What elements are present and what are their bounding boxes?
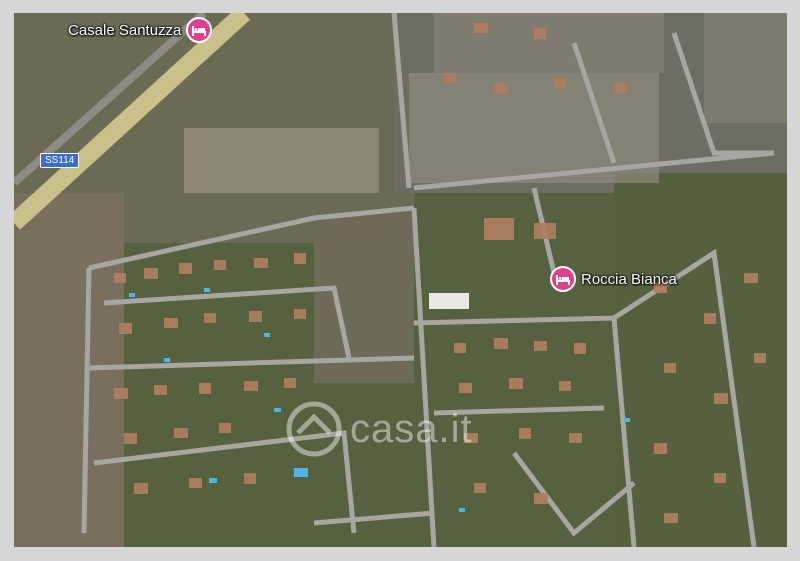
house-logo-icon [286,401,342,457]
map-frame[interactable]: Casale Santuzza Roccia Bianca SS114 casa… [14,13,787,547]
road-shield: SS114 [40,153,80,168]
hotel-bed-icon [550,266,576,292]
place-pin-roccia-bianca[interactable]: Roccia Bianca [550,266,677,292]
watermark: casa.it [284,401,473,457]
watermark-text: casa.it [350,406,473,451]
place-label: Casale Santuzza [68,21,182,39]
place-label: Roccia Bianca [581,270,677,288]
place-pin-casale-santuzza[interactable]: Casale Santuzza [68,17,213,43]
hotel-bed-icon [186,17,213,43]
